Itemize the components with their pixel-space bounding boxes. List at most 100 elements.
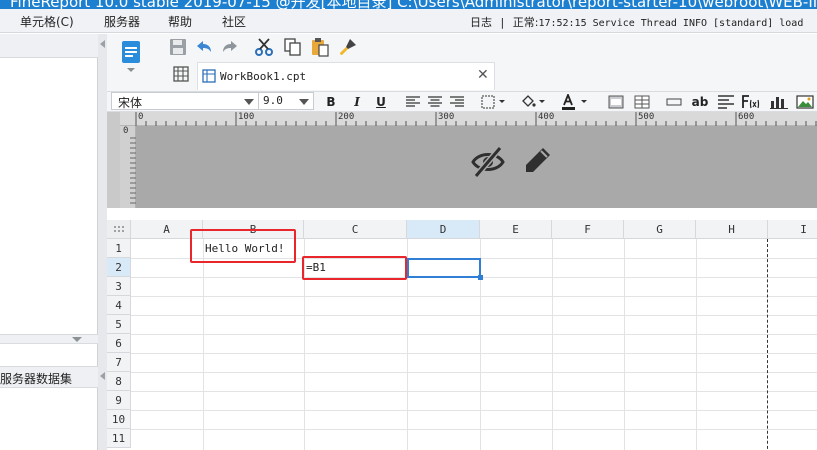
column-header-i[interactable]: I	[768, 220, 817, 239]
column-header-e[interactable]: E	[480, 220, 552, 239]
highlight-box-c2	[302, 256, 407, 280]
menu-help[interactable]: 帮助	[168, 13, 192, 30]
underline-button[interactable]: U	[373, 93, 389, 110]
border-button[interactable]	[481, 93, 509, 110]
strikethrough-button[interactable]	[665, 93, 683, 110]
template-icon	[122, 41, 140, 72]
font-size-value: 9.0	[263, 94, 283, 107]
paragraph-button[interactable]	[717, 93, 735, 110]
paragraph-icon	[718, 94, 734, 109]
align-center-button[interactable]	[427, 93, 443, 110]
select-all-corner[interactable]	[107, 220, 131, 239]
panel-splitter[interactable]	[98, 34, 107, 450]
tab-workbook[interactable]: WorkBook1.cpt	[197, 62, 495, 90]
align-left-button[interactable]	[405, 93, 421, 110]
row-header-8[interactable]: 8	[107, 372, 131, 391]
toolbar: WorkBook1.cpt ✕	[107, 34, 817, 92]
copy-icon	[284, 38, 301, 56]
paint-bucket-icon	[522, 94, 545, 107]
italic-button[interactable]: I	[349, 93, 365, 110]
collapse-left-icon[interactable]	[100, 372, 105, 380]
row-header-6[interactable]: 6	[107, 334, 131, 353]
formula-button[interactable]	[741, 93, 761, 110]
font-family-select[interactable]: 宋体	[111, 92, 259, 110]
row-header-11[interactable]: 11	[107, 429, 131, 448]
bar-chart-icon	[770, 96, 788, 109]
undo-icon	[197, 41, 211, 52]
menu-cell[interactable]: 单元格(C)	[20, 13, 74, 30]
row-header-5[interactable]: 5	[107, 315, 131, 334]
fill-handle[interactable]	[478, 275, 483, 280]
text-ab-button[interactable]: ab	[691, 93, 709, 110]
spreadsheet-grid[interactable]: A B C D E F G H I 1 2 3 4 5 6 7 8 9 10 1…	[107, 220, 817, 450]
grid-line	[131, 334, 817, 335]
fill-color-button[interactable]	[521, 93, 549, 110]
server-dataset-header[interactable]: 服务器数据集	[0, 366, 98, 388]
menu-community[interactable]: 社区	[222, 13, 246, 30]
row-header-2[interactable]: 2	[107, 258, 131, 277]
font-size-select[interactable]: 9.0	[258, 92, 314, 110]
hide-eye-icon[interactable]	[471, 145, 505, 179]
ruler-label: 600	[738, 112, 755, 122]
format-painter-button[interactable]	[337, 36, 359, 58]
image-button[interactable]	[795, 93, 815, 110]
column-header-g[interactable]: G	[624, 220, 696, 239]
log-bar[interactable]: 日志 | 正常:17:52:15 Service Thread INFO [st…	[470, 14, 803, 30]
copy-button[interactable]	[281, 36, 303, 58]
row-header-9[interactable]: 9	[107, 391, 131, 410]
ruler-ticks	[130, 137, 136, 204]
font-color-button[interactable]	[561, 93, 591, 110]
chart-button[interactable]	[769, 93, 789, 110]
page-break-line	[767, 239, 768, 450]
row-header-1[interactable]: 1	[107, 239, 131, 258]
column-header-d[interactable]: D	[407, 220, 480, 239]
cut-button[interactable]	[253, 36, 275, 58]
grid-icon	[173, 66, 189, 82]
scissors-icon	[255, 38, 273, 56]
merge-button[interactable]	[607, 93, 625, 110]
save-button[interactable]	[167, 36, 189, 58]
row-header-4[interactable]: 4	[107, 296, 131, 315]
redo-button[interactable]	[219, 36, 241, 58]
chevron-down-icon	[299, 99, 309, 105]
log-label: 日志	[470, 16, 492, 29]
tab-close-icon[interactable]: ✕	[477, 67, 489, 83]
grid-line	[552, 239, 553, 450]
grid-view-button[interactable]	[173, 66, 189, 85]
collapse-arrow-icon[interactable]	[72, 337, 82, 342]
paste-button[interactable]	[309, 36, 331, 58]
align-right-icon	[450, 95, 464, 107]
menu-bar: 单元格(C) 服务器 帮助 社区 日志 | 正常:17:52:15 Servic…	[0, 9, 817, 33]
undo-button[interactable]	[193, 36, 215, 58]
column-header-h[interactable]: H	[696, 220, 768, 239]
pencil-icon[interactable]	[521, 145, 553, 179]
unmerge-button[interactable]	[633, 93, 651, 110]
ruler-label: 200	[338, 112, 355, 122]
border-icon	[481, 95, 505, 108]
column-header-f[interactable]: F	[552, 220, 624, 239]
grid-line	[131, 410, 817, 411]
menu-server[interactable]: 服务器	[104, 13, 140, 30]
align-center-icon	[428, 95, 442, 107]
align-right-button[interactable]	[449, 93, 465, 110]
font-family-value: 宋体	[118, 96, 143, 110]
left-panel: 服务器数据集	[0, 34, 98, 450]
tab-row: WorkBook1.cpt ✕	[169, 62, 817, 90]
column-header-c[interactable]: C	[304, 220, 407, 239]
log-message: 17:52:15 Service Thread INFO [standard] …	[538, 18, 804, 29]
ruler-corner	[107, 112, 120, 208]
grid-dots-icon	[113, 226, 124, 232]
row-header-3[interactable]: 3	[107, 277, 131, 296]
selected-cell-d2[interactable]	[407, 258, 481, 278]
collapse-left-icon[interactable]	[100, 40, 105, 48]
server-dataset-label: 服务器数据集	[0, 372, 73, 386]
template-button[interactable]	[119, 39, 143, 73]
panel-divider[interactable]	[0, 334, 98, 344]
bold-button[interactable]: B	[323, 93, 339, 110]
row-header-10[interactable]: 10	[107, 410, 131, 429]
formula-icon	[742, 94, 760, 108]
ruler-label: 500	[638, 112, 655, 122]
grid-line	[131, 353, 817, 354]
format-bar: 宋体 9.0 B I U ab	[107, 92, 817, 112]
row-header-7[interactable]: 7	[107, 353, 131, 372]
